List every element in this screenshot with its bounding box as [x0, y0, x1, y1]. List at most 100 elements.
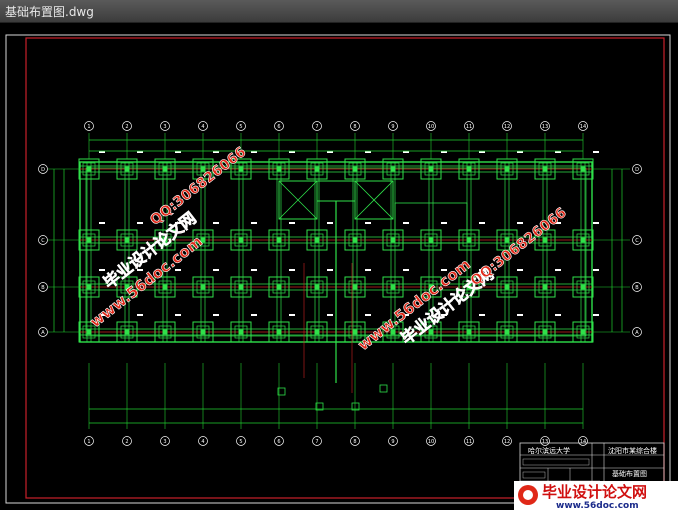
footing-tag — [517, 222, 523, 224]
column — [314, 237, 320, 243]
column — [428, 237, 434, 243]
footing-tag — [479, 222, 485, 224]
footing-tag — [517, 269, 523, 271]
column — [238, 166, 244, 172]
column — [276, 166, 282, 172]
footing-tag — [365, 222, 371, 224]
footing-tag — [289, 269, 295, 271]
column — [352, 237, 358, 243]
footing-tag — [441, 222, 447, 224]
footing-tag — [479, 314, 485, 316]
drawing-viewport[interactable]: 1 1 2 2 3 3 4 4 5 5 6 6 7 7 8 8 9 9 10 10 11 11 12 12 13 13 14 14 D D… — [0, 23, 678, 510]
column — [276, 284, 282, 290]
axis-bubble-top-label: 12 — [504, 124, 510, 130]
column — [466, 166, 472, 172]
axis-bubble-bottom-label: 14 — [580, 439, 586, 445]
column — [86, 237, 92, 243]
column — [124, 329, 130, 335]
column — [428, 166, 434, 172]
axis-bubble-left-label: B — [41, 285, 45, 291]
banner-brand: 毕业设计论文网 — [542, 483, 647, 501]
footing-tag — [251, 269, 257, 271]
footing-tag — [99, 222, 105, 224]
axis-bubble-top-label: 11 — [466, 124, 472, 130]
axis-bubble-bottom-label: 10 — [428, 439, 434, 445]
watermark-qq-left: QQ:306826066 — [147, 144, 249, 229]
column — [86, 329, 92, 335]
column — [352, 284, 358, 290]
title-block-drawing-name: 基础布置图 — [612, 469, 647, 478]
axis-bubble-bottom-label: 9 — [391, 439, 394, 445]
footing-tag — [555, 269, 561, 271]
footing-tag — [289, 314, 295, 316]
axis-bubble-top-label: 13 — [542, 124, 548, 130]
footing-tag — [99, 269, 105, 271]
column — [314, 284, 320, 290]
axis-bubble-left-label: A — [41, 330, 45, 336]
column — [542, 329, 548, 335]
footing-tag — [251, 222, 257, 224]
column — [352, 329, 358, 335]
axis-bubble-right-label: A — [635, 330, 639, 336]
column — [86, 284, 92, 290]
footing-tag — [593, 151, 599, 153]
column — [466, 329, 472, 335]
watermark-right: www.56doc.com 毕业设计论文网 QQ:306826066 — [354, 205, 570, 355]
footing-tag — [555, 314, 561, 316]
column — [276, 237, 282, 243]
axis-bubble-bottom-label: 13 — [542, 439, 548, 445]
column — [580, 166, 586, 172]
cad-drawing[interactable]: 11223344556677889910101111121213131414D D… — [0, 23, 678, 510]
footing-tag — [365, 269, 371, 271]
banner-site: www.56doc.com — [556, 501, 639, 510]
column — [124, 237, 130, 243]
axis-bubble-right-label: B — [635, 285, 639, 291]
column — [504, 237, 510, 243]
axis-bubble-top-label: 1 — [87, 124, 90, 130]
column — [238, 284, 244, 290]
footing-tag — [593, 314, 599, 316]
axis-bubble-top-label: 14 — [580, 124, 586, 130]
axis-bubble-bottom-label: 12 — [504, 439, 510, 445]
axis-bubble-right-label: D — [635, 167, 639, 173]
column — [580, 237, 586, 243]
column — [314, 329, 320, 335]
axis-bubble-bottom-label: 6 — [277, 439, 280, 445]
axis-bubble-top-label: 7 — [315, 124, 318, 130]
column — [580, 284, 586, 290]
footing-tag — [593, 269, 599, 271]
axis-bubble-top-label: 8 — [353, 124, 356, 130]
section-marker — [379, 384, 388, 393]
footing-tag — [213, 314, 219, 316]
column — [86, 166, 92, 172]
footing-tag — [365, 314, 371, 316]
column — [162, 329, 168, 335]
footing-tag — [403, 269, 409, 271]
column — [542, 284, 548, 290]
axis-bubble-right-label: C — [635, 238, 639, 244]
axis-bubble-bottom-label: 7 — [315, 439, 318, 445]
column — [200, 284, 206, 290]
footing-tag — [403, 222, 409, 224]
axis-bubble-top-label: 10 — [428, 124, 434, 130]
footing-tag — [289, 222, 295, 224]
column — [504, 166, 510, 172]
axis-bubble-bottom-label: 1 — [87, 439, 90, 445]
footing-tag — [327, 222, 333, 224]
footing-tag — [213, 269, 219, 271]
axis-bubble-bottom-label: 2 — [125, 439, 128, 445]
footing-tag — [517, 314, 523, 316]
column — [352, 166, 358, 172]
watermark-banner: 毕业设计论文网 www.56doc.com — [514, 481, 678, 510]
axis-bubble-bottom-label: 4 — [201, 439, 204, 445]
axis-bubble-left-label: C — [41, 238, 45, 244]
axis-bubble-top-label: 5 — [239, 124, 242, 130]
footing-tag — [327, 314, 333, 316]
window-titlebar: 基础布置图.dwg — [0, 0, 678, 23]
column — [390, 284, 396, 290]
column — [314, 166, 320, 172]
axis-bubble-top-label: 9 — [391, 124, 394, 130]
axis-bubble-top-label: 3 — [163, 124, 166, 130]
footing-tag — [251, 314, 257, 316]
column — [580, 329, 586, 335]
